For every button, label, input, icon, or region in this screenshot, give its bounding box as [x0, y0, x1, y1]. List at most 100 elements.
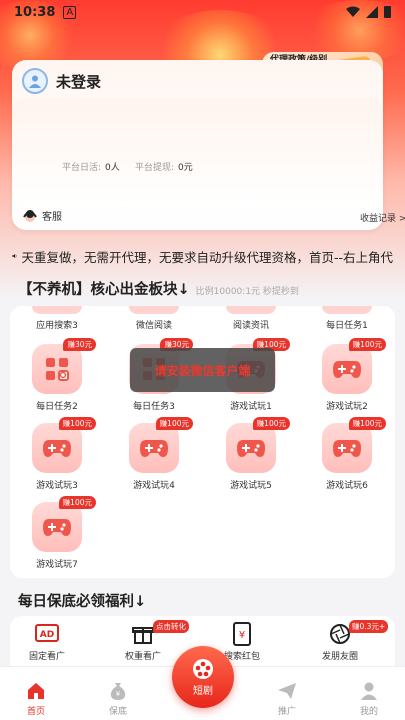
welfare-badge: 点击转化 — [153, 620, 189, 633]
tile-stub — [226, 306, 276, 314]
tile-icon-box: 赚100元 — [129, 417, 193, 473]
headset-icon — [23, 209, 37, 222]
app-notification-icon: A — [63, 5, 77, 19]
login-row[interactable]: 未登录 — [22, 68, 101, 94]
welfare-moments-post[interactable]: 发朋友圈 赚0.3元+ — [305, 620, 389, 662]
welfare-weighted-ads[interactable]: 权重看广 点击转化 — [108, 620, 189, 662]
search-app-icon — [46, 358, 69, 381]
svg-text:¥: ¥ — [116, 690, 121, 698]
film-reel-icon — [193, 658, 213, 679]
status-time: 10:38 — [14, 4, 56, 20]
core-section-title: 【不养机】核心出金板块↓ 比例10000:1元 秒提秒到 — [18, 278, 299, 299]
earnings-record-link[interactable]: 收益记录 > — [360, 211, 405, 224]
money-bag-icon: ¥ — [107, 680, 129, 702]
tab-label: 保底 — [108, 707, 127, 717]
welfare-section-heading: 每日保底必领福利↓ — [18, 594, 147, 610]
announcement-marquee: 天重复做，无需开代理，无要求自动升级代理资格，首页--右上角代 — [12, 244, 393, 268]
tile-label: 每日任务3 — [133, 402, 175, 412]
customer-service-link[interactable]: 客服 — [22, 208, 62, 223]
welfare-section-title: 每日保底必领福利↓ — [18, 590, 146, 611]
user-icon — [358, 680, 380, 702]
tile-label: 游戏试玩3 — [36, 481, 78, 491]
tab-home[interactable]: 首页 — [6, 680, 66, 717]
tile-stub — [32, 306, 82, 314]
reward-badge: 赚100元 — [348, 338, 386, 351]
red-packet-icon: ¥ — [229, 622, 255, 646]
svg-text:AD: AD — [40, 630, 54, 640]
toast-message: 请安装微信客户端 — [130, 348, 275, 392]
tile-label: 游戏试玩4 — [133, 481, 175, 491]
account-stats-card — [12, 98, 383, 206]
tile-label: 游戏试玩1 — [230, 402, 272, 412]
tile-icon-box: 赚100元 — [322, 338, 386, 394]
stat-daily-active: 平台日活: 0人 — [62, 163, 120, 173]
reward-badge: 赚100元 — [155, 417, 193, 430]
tab-guarantee[interactable]: ¥ 保底 — [88, 680, 148, 717]
tile-label: 游戏试玩7 — [36, 560, 78, 570]
service-label: 客服 — [42, 212, 62, 223]
reward-badge: 赚30元 — [63, 338, 96, 351]
tile-stub — [129, 306, 179, 314]
tab-mine[interactable]: 我的 — [339, 680, 399, 717]
welfare-badge: 赚0.3元+ — [349, 620, 389, 633]
tab-promote[interactable]: 推广 — [257, 680, 317, 717]
status-bar: 10:38 A — [0, 0, 405, 24]
tile-read-news[interactable]: 阅读资讯 — [211, 318, 291, 331]
tile-icon-box: 赚100元 — [226, 417, 290, 473]
battery-icon — [384, 6, 391, 18]
tile-label: 游戏试玩5 — [230, 481, 272, 491]
tab-short-drama[interactable]: 短剧 — [172, 646, 234, 708]
gamepad-icon — [333, 440, 361, 457]
tab-label: 短剧 — [193, 685, 213, 697]
tile-icon-box: 赚30元 — [32, 338, 96, 394]
welfare-label: 固定看广 — [28, 652, 65, 662]
gamepad-icon — [43, 440, 71, 457]
tile-game-trial-2[interactable]: 赚100元 游戏试玩2 — [307, 338, 387, 412]
welfare-label: 权重看广 — [124, 652, 161, 662]
tile-icon-box: 赚100元 — [32, 417, 96, 473]
tile-label: 每日任务2 — [36, 402, 78, 412]
ad-icon: AD — [34, 622, 60, 646]
paper-plane-icon — [276, 680, 298, 702]
tile-label: 游戏试玩6 — [326, 481, 368, 491]
login-status[interactable]: 未登录 — [56, 71, 101, 92]
tab-label: 我的 — [359, 707, 378, 717]
reward-badge: 赚100元 — [58, 496, 96, 509]
marquee-text: 天重复做，无需开代理，无要求自动升级代理资格，首页--右上角代 — [21, 249, 393, 265]
tab-label: 推广 — [277, 707, 296, 717]
user-avatar-icon — [29, 75, 41, 88]
tile-stub — [322, 306, 372, 314]
welfare-label: 发朋友圈 — [321, 652, 358, 662]
signal-icon — [366, 6, 378, 18]
home-icon — [25, 680, 47, 702]
tile-game-trial-3[interactable]: 赚100元 游戏试玩3 — [17, 417, 97, 491]
tile-icon-box: 赚100元 — [32, 496, 96, 552]
reward-badge: 赚100元 — [252, 417, 290, 430]
tile-daily-task-2[interactable]: 赚30元 每日任务2 — [17, 338, 97, 412]
tile-game-trial-6[interactable]: 赚100元 游戏试玩6 — [307, 417, 387, 491]
tab-label: 首页 — [26, 707, 45, 717]
tile-app-search-3[interactable]: 应用搜索3 — [17, 318, 97, 331]
reward-badge: 赚100元 — [348, 417, 386, 430]
welfare-fixed-ads[interactable]: AD 固定看广 — [12, 622, 82, 662]
tile-game-trial-4[interactable]: 赚100元 游戏试玩4 — [114, 417, 194, 491]
tile-game-trial-7[interactable]: 赚100元 游戏试玩7 — [17, 496, 97, 570]
gamepad-icon — [333, 361, 361, 378]
wifi-icon — [346, 6, 360, 17]
gamepad-icon — [140, 440, 168, 457]
tile-label: 游戏试玩2 — [326, 402, 368, 412]
speaker-icon — [12, 254, 17, 258]
stat-withdrawn: 平台提现: 0元 — [135, 163, 193, 173]
tile-daily-task-1[interactable]: 每日任务1 — [307, 318, 387, 331]
core-section-subtitle: 比例10000:1元 秒提秒到 — [195, 287, 299, 297]
avatar[interactable] — [22, 68, 48, 94]
reward-badge: 赚100元 — [58, 417, 96, 430]
tile-wechat-read[interactable]: 微信阅读 — [114, 318, 194, 331]
svg-text:¥: ¥ — [239, 630, 245, 641]
tile-game-trial-5[interactable]: 赚100元 游戏试玩5 — [211, 417, 291, 491]
toast-text: 请安装微信客户端 — [154, 363, 251, 378]
gamepad-icon — [43, 519, 71, 536]
tile-icon-box: 赚100元 — [322, 417, 386, 473]
core-section-heading: 【不养机】核心出金板块↓ — [18, 282, 190, 298]
gamepad-icon — [237, 440, 265, 457]
